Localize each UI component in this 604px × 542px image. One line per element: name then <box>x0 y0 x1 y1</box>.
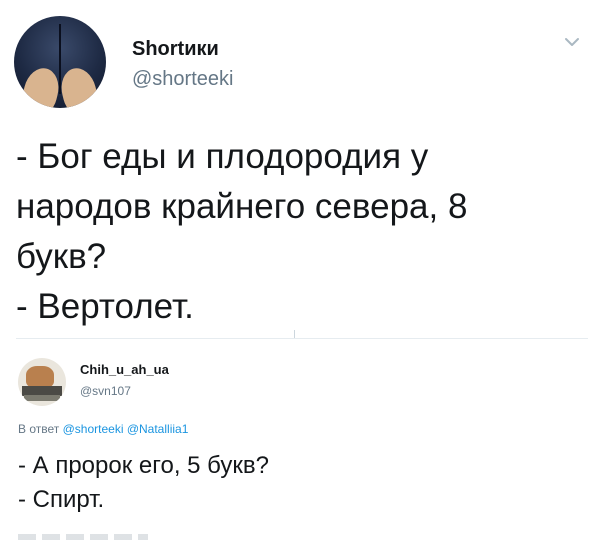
author-avatar[interactable] <box>14 16 106 108</box>
avatar-image-part <box>24 395 60 401</box>
reply-context: В ответ @shorteeki @Natalliia1 <box>18 422 188 436</box>
reply-text-line: - Спирт. <box>18 486 105 513</box>
tweet-text: - Бог еды и плодородия у народов крайнег… <box>16 132 576 332</box>
tweet-text-line: народов крайнего севера, 8 <box>16 187 468 226</box>
reply-text-line: - А пророк его, 5 букв? <box>18 452 269 479</box>
mention-link[interactable]: @shorteeki <box>63 422 124 436</box>
avatar-image-part <box>56 64 102 108</box>
author-name[interactable]: Shortики <box>132 38 219 61</box>
reply-prefix: В ответ <box>18 422 60 436</box>
reply-author-name[interactable]: Chih_u_ah_ua <box>80 362 169 377</box>
reply-author-handle[interactable]: @svn107 <box>80 384 131 398</box>
main-tweet: Shortики @shorteeki - Бог еды и плодород… <box>0 0 604 340</box>
author-handle[interactable]: @shorteeki <box>132 68 233 91</box>
chevron-down-icon[interactable] <box>562 32 582 52</box>
cropped-metadata <box>18 534 148 540</box>
avatar-image-part <box>18 64 64 108</box>
divider-tick <box>294 330 295 338</box>
reply-author-avatar[interactable] <box>18 358 66 406</box>
tweet-text-line: - Вертолет. <box>16 287 194 326</box>
tweet-text-line: букв? <box>16 237 107 276</box>
reply-text: - А пророк его, 5 букв? - Спирт. <box>18 449 578 517</box>
avatar-image-part <box>59 24 61 94</box>
mention-link[interactable]: @Natalliia1 <box>127 422 189 436</box>
divider <box>16 338 588 339</box>
tweet-text-line: - Бог еды и плодородия у <box>16 137 429 176</box>
avatar-image-part <box>26 366 54 388</box>
